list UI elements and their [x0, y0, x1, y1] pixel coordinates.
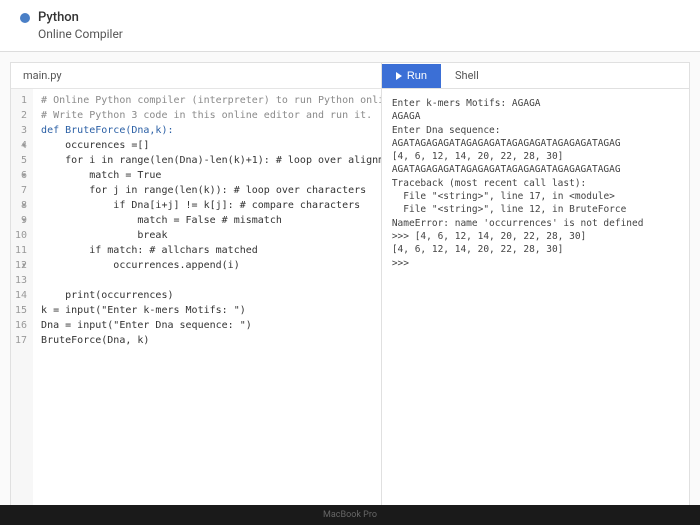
play-icon: [396, 72, 402, 80]
app-title: Python: [38, 10, 79, 25]
run-button[interactable]: Run: [382, 64, 441, 88]
editor-pane: main.py 123 ▾45 ▾67 ▾8 ▾91011 ▾121314151…: [10, 62, 382, 507]
app-subtitle: Online Compiler: [38, 27, 123, 41]
device-label: MacBook Pro: [0, 505, 700, 525]
editor-tab[interactable]: main.py: [11, 63, 381, 89]
code-lines[interactable]: # Online Python compiler (interpreter) t…: [33, 89, 381, 506]
logo-icon: [20, 13, 30, 23]
shell-output[interactable]: Enter k-mers Motifs: AGAGA AGAGA Enter D…: [382, 88, 690, 507]
run-label: Run: [407, 70, 427, 82]
code-area[interactable]: 123 ▾45 ▾67 ▾8 ▾91011 ▾121314151617 # On…: [11, 89, 381, 506]
line-gutter: 123 ▾45 ▾67 ▾8 ▾91011 ▾121314151617: [11, 89, 33, 506]
shell-tab[interactable]: Shell: [441, 63, 493, 88]
toolbar: Run Shell: [382, 62, 690, 88]
